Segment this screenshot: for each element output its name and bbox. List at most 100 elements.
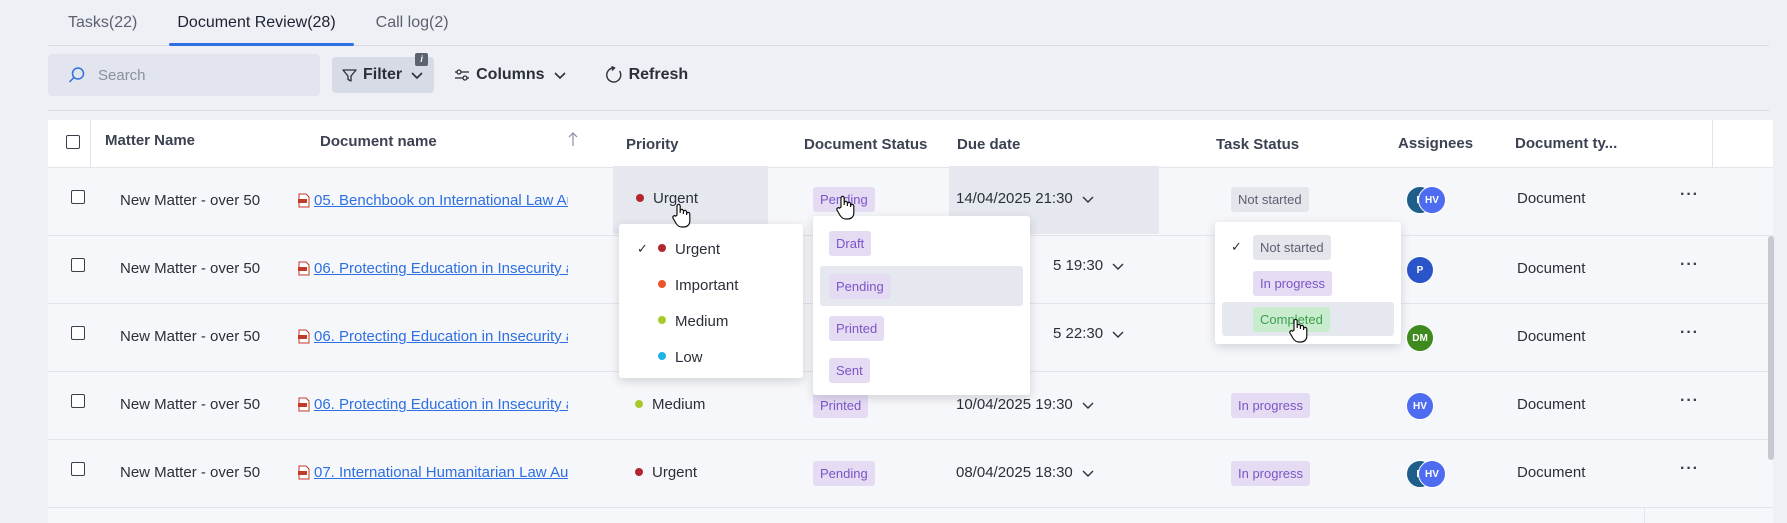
task-status-option-not-started[interactable]: ✓ Not started <box>1215 232 1401 262</box>
document-link[interactable]: 06. Protecting Education in Insecurity a… <box>298 260 568 277</box>
header-document-type[interactable]: Document ty... <box>1515 135 1617 152</box>
doc-status-option-printed[interactable]: Printed <box>813 311 1030 345</box>
priority-option-urgent[interactable]: ✓ Urgent <box>619 234 803 264</box>
task-status-option-in-progress[interactable]: In progress <box>1215 268 1401 298</box>
avatar[interactable]: DM <box>1406 324 1434 352</box>
row-checkbox[interactable] <box>71 394 85 408</box>
filter-button[interactable]: Filter i <box>332 53 435 93</box>
task-status-badge[interactable]: In progress <box>1231 461 1311 486</box>
document-name: 06. Protecting Education in Insecurity a… <box>314 328 568 345</box>
priority-dot <box>658 352 666 360</box>
avatar[interactable]: HV <box>1418 186 1446 214</box>
document-name: 05. Benchbook on International Law Aut <box>314 192 568 209</box>
more-icon[interactable]: ··· <box>1680 186 1699 204</box>
toolbar-divider <box>48 110 1769 111</box>
document-type: Document <box>1517 396 1586 413</box>
priority-value[interactable]: Medium <box>635 396 705 413</box>
refresh-button[interactable]: Refresh <box>605 57 689 93</box>
document-link[interactable]: 07. International Humanitarian Law Auth <box>298 464 568 481</box>
priority-dot <box>635 400 643 409</box>
matter-name: New Matter - over 50 <box>120 464 261 481</box>
more-icon[interactable]: ··· <box>1680 392 1699 410</box>
priority-dot <box>658 280 666 288</box>
priority-value[interactable]: Urgent <box>635 464 697 481</box>
priority-option-low[interactable]: Low <box>619 342 803 372</box>
due-date[interactable]: 10/04/2025 19:30 <box>956 396 1095 413</box>
priority-dropdown: ✓ Urgent Important Medium Low <box>619 224 803 378</box>
check-icon: ✓ <box>1231 239 1242 254</box>
hand-cursor-icon <box>1289 318 1308 343</box>
due-date[interactable]: 5 19:30 <box>1053 257 1125 274</box>
due-date[interactable]: 14/04/2025 21:30 <box>956 190 1095 207</box>
assignee-group: HV <box>1406 392 1434 420</box>
document-type: Document <box>1517 464 1586 481</box>
document-link[interactable]: 05. Benchbook on International Law Aut <box>298 192 568 209</box>
priority-option-important[interactable]: Important <box>619 270 803 300</box>
task-status-badge[interactable]: Not started <box>1231 187 1309 212</box>
hand-cursor-icon <box>836 195 855 220</box>
tab-document-review[interactable]: Document Review(28) <box>157 0 355 46</box>
filter-info-badge: i <box>415 53 429 66</box>
avatar[interactable]: HV <box>1418 460 1446 488</box>
document-link[interactable]: 06. Protecting Education in Insecurity a… <box>298 328 568 345</box>
more-icon[interactable]: ··· <box>1680 256 1699 274</box>
header-due-date[interactable]: Due date <box>957 136 1020 153</box>
more-icon[interactable]: ··· <box>1680 460 1699 478</box>
pdf-icon <box>298 397 310 412</box>
hand-cursor-icon <box>672 203 691 228</box>
check-icon: ✓ <box>637 241 648 256</box>
due-date[interactable]: 08/04/2025 18:30 <box>956 464 1095 481</box>
header-document-name[interactable]: Document name <box>320 133 437 150</box>
assignee-group: DM <box>1406 324 1434 352</box>
document-status-badge[interactable]: Printed <box>813 393 869 418</box>
task-status-badge[interactable]: In progress <box>1231 393 1311 418</box>
priority-option-medium[interactable]: Medium <box>619 306 803 336</box>
more-icon[interactable]: ··· <box>1680 324 1699 342</box>
document-status-dropdown: Draft Pending Printed Sent <box>813 216 1030 395</box>
row-checkbox[interactable] <box>71 190 85 204</box>
priority-dot <box>636 194 644 203</box>
chevron-down-icon <box>1082 196 1094 204</box>
sort-up-icon[interactable] <box>568 131 578 147</box>
row-checkbox[interactable] <box>71 462 85 476</box>
chevron-down-icon <box>411 72 423 80</box>
pdf-icon <box>298 465 310 480</box>
header-matter-name[interactable]: Matter Name <box>105 132 195 149</box>
assignee-group: DHV <box>1406 186 1446 214</box>
table-row[interactable]: New Matter - over 50 07. International H… <box>48 440 1773 508</box>
row-checkbox[interactable] <box>71 258 85 272</box>
filter-icon <box>342 68 357 82</box>
document-type: Document <box>1517 190 1586 207</box>
due-date[interactable]: 5 22:30 <box>1053 325 1125 342</box>
pdf-icon <box>298 193 310 208</box>
chevron-down-icon <box>1112 263 1124 271</box>
columns-button[interactable]: Columns <box>454 57 566 93</box>
header-task-status[interactable]: Task Status <box>1216 136 1299 153</box>
document-status-badge[interactable]: Pending <box>813 461 875 486</box>
select-all-checkbox[interactable] <box>66 135 80 149</box>
avatar[interactable]: HV <box>1406 392 1434 420</box>
priority-dot <box>635 468 643 477</box>
doc-status-option-draft[interactable]: Draft <box>813 226 1030 260</box>
chevron-down-icon <box>1112 331 1124 339</box>
refresh-label: Refresh <box>628 66 689 83</box>
row-checkbox[interactable] <box>71 326 85 340</box>
search-box[interactable] <box>48 54 320 96</box>
tab-tasks[interactable]: Tasks(22) <box>48 0 157 45</box>
doc-status-option-sent[interactable]: Sent <box>813 353 1030 387</box>
vertical-scrollbar[interactable] <box>1768 236 1774 460</box>
header-document-status[interactable]: Document Status <box>804 136 927 153</box>
header-assignees[interactable]: Assignees <box>1398 135 1473 152</box>
avatar[interactable]: P <box>1406 256 1434 284</box>
search-input[interactable] <box>98 66 298 84</box>
columns-icon <box>455 69 470 81</box>
column-divider <box>1712 120 1713 167</box>
document-name: 06. Protecting Education in Insecurity a… <box>314 396 568 413</box>
matter-name: New Matter - over 50 <box>120 328 261 345</box>
document-link[interactable]: 06. Protecting Education in Insecurity a… <box>298 396 568 413</box>
matter-name: New Matter - over 50 <box>120 396 261 413</box>
tab-call-log[interactable]: Call log(2) <box>356 0 469 45</box>
header-priority[interactable]: Priority <box>626 136 679 153</box>
document-name: 07. International Humanitarian Law Auth <box>314 464 568 481</box>
doc-status-option-pending[interactable]: Pending <box>820 266 1023 306</box>
